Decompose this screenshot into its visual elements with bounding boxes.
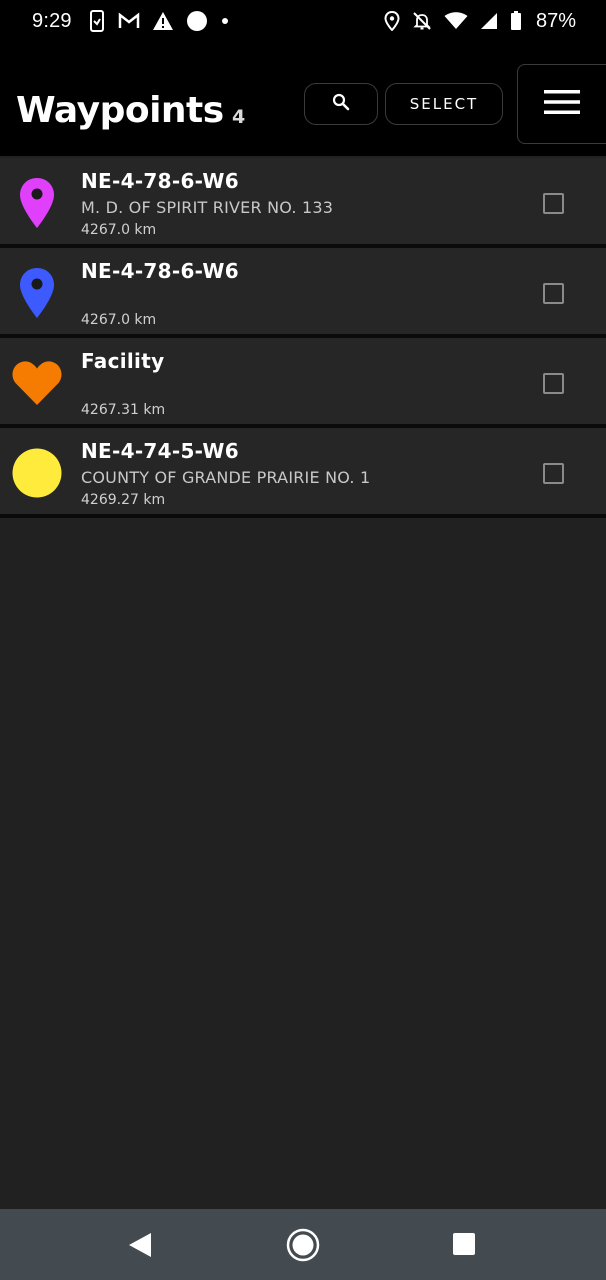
menu-button[interactable]	[517, 64, 606, 144]
nav-bar	[0, 1209, 606, 1280]
status-bar: 9:29 87%	[0, 0, 606, 42]
pin-icon	[10, 176, 64, 230]
battery-icon	[510, 11, 522, 31]
waypoint-row[interactable]: NE-4-78-6-W6 4267.0 km	[0, 248, 606, 338]
waypoint-checkbox[interactable]	[543, 193, 564, 214]
circle-icon	[10, 446, 64, 500]
waypoint-name: NE-4-78-6-W6	[81, 259, 239, 283]
waypoint-list: NE-4-78-6-W6 M. D. OF SPIRIT RIVER NO. 1…	[0, 158, 606, 518]
waypoint-area: M. D. OF SPIRIT RIVER NO. 133	[81, 198, 334, 217]
waypoint-name: NE-4-74-5-W6	[81, 439, 239, 463]
home-circle-icon[interactable]	[286, 1228, 320, 1262]
status-time: 9:29	[32, 9, 72, 32]
signal-icon	[480, 12, 498, 30]
warning-icon	[152, 11, 174, 31]
waypoint-distance: 4267.31 km	[81, 402, 166, 418]
waypoint-distance: 4269.27 km	[81, 492, 166, 508]
waypoint-row[interactable]: NE-4-74-5-W6 COUNTY OF GRANDE PRAIRIE NO…	[0, 428, 606, 518]
back-triangle-icon[interactable]	[126, 1231, 154, 1259]
page-title: Waypoints	[16, 90, 224, 131]
waypoint-distance: 4267.0 km	[81, 222, 157, 238]
waypoint-area: COUNTY OF GRANDE PRAIRIE NO. 1	[81, 468, 371, 487]
dot-icon	[220, 16, 230, 26]
heart-icon	[10, 356, 64, 410]
search-button[interactable]	[304, 83, 378, 125]
app-header: Waypoints 4 SELECT	[0, 42, 606, 156]
waypoint-checkbox[interactable]	[543, 283, 564, 304]
pin-icon	[10, 266, 64, 320]
select-button[interactable]: SELECT	[385, 83, 503, 125]
search-icon	[332, 93, 350, 115]
waypoint-checkbox[interactable]	[543, 463, 564, 484]
waypoint-row[interactable]: Facility 4267.31 km	[0, 338, 606, 428]
waypoint-name: NE-4-78-6-W6	[81, 169, 239, 193]
status-system-icons: 87%	[384, 10, 576, 33]
phone-link-icon	[88, 10, 106, 32]
circle-icon	[186, 10, 208, 32]
waypoint-count: 4	[232, 106, 246, 128]
waypoint-name: Facility	[81, 349, 165, 373]
battery-percent: 87%	[535, 9, 576, 32]
waypoint-checkbox[interactable]	[543, 373, 564, 394]
status-notification-icons	[88, 10, 230, 32]
waypoint-row[interactable]: NE-4-78-6-W6 M. D. OF SPIRIT RIVER NO. 1…	[0, 158, 606, 248]
gmail-icon	[118, 12, 140, 30]
recents-square-icon[interactable]	[452, 1232, 476, 1256]
location-icon	[384, 11, 400, 31]
hamburger-menu-icon	[544, 89, 580, 119]
wifi-icon	[444, 12, 468, 30]
bell-off-icon	[412, 11, 432, 31]
waypoint-distance: 4267.0 km	[81, 312, 157, 328]
